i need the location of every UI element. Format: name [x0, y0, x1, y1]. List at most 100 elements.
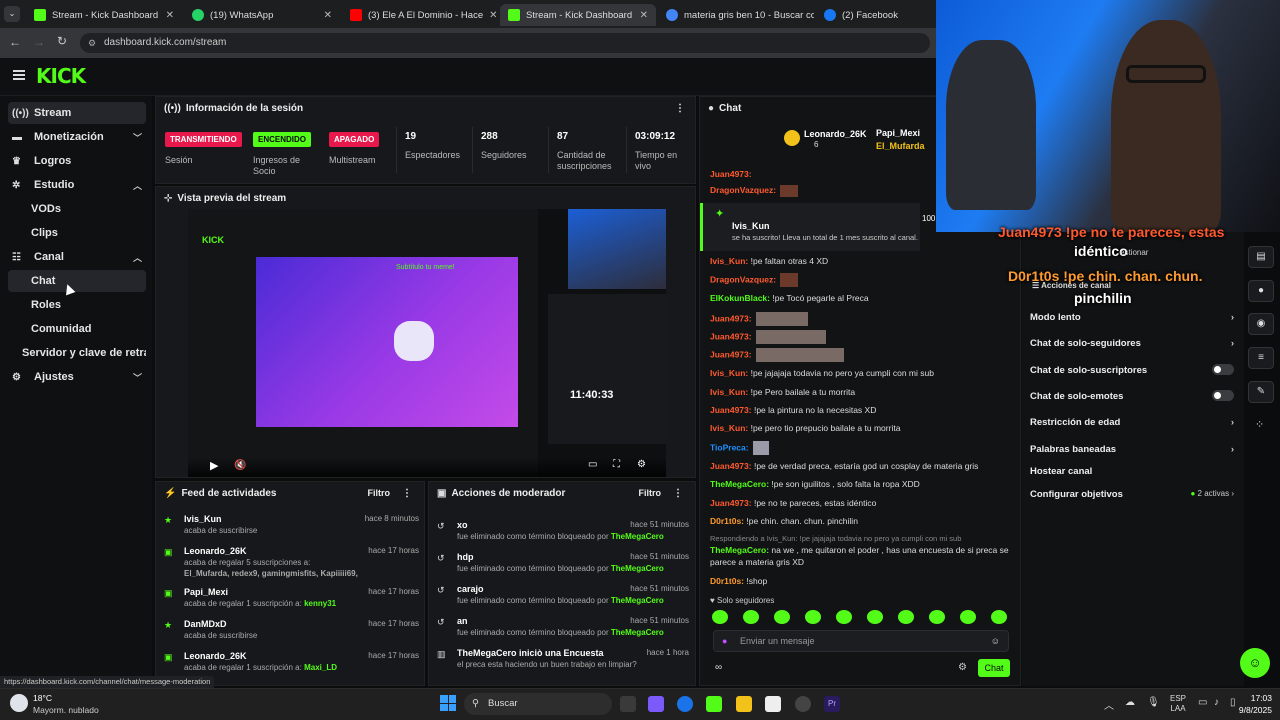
sidebar-item-canal[interactable]: ☷ Canal ︿	[8, 246, 146, 268]
chat-username[interactable]: D0r1t0s:	[710, 516, 744, 526]
chat-username[interactable]: Ivis_Kun:	[710, 368, 748, 378]
close-icon[interactable]: ✕	[318, 10, 332, 21]
rail-apps-icon[interactable]: ⁘	[1255, 418, 1264, 431]
chrome-icon[interactable]	[677, 696, 693, 712]
rail-broadcast-icon[interactable]: ◉	[1248, 313, 1274, 335]
emote-icon[interactable]	[867, 610, 883, 624]
more-options-icon[interactable]: ⋮	[402, 488, 412, 499]
chat-username[interactable]: Ivis_Kun:	[710, 387, 748, 397]
tab-list-button[interactable]: ⌄	[4, 6, 20, 22]
language-indicator[interactable]: ESP LAA	[1170, 694, 1186, 714]
menu-slow-mode[interactable]: Modo lento ›	[1030, 312, 1234, 323]
emote-icon[interactable]	[805, 610, 821, 624]
mod-user[interactable]: TheMegaCero	[611, 628, 664, 637]
rail-wrench-icon[interactable]: ✎	[1248, 381, 1274, 403]
sidebar-item-ajustes[interactable]: ⚙ Ajustes ﹀	[8, 366, 146, 388]
stream-video[interactable]: KICK Subtítulo tu meme! 11:40:33 ▶ 🔇 ▭ ⛶…	[188, 209, 666, 477]
volume-icon[interactable]: ♪	[1214, 697, 1219, 708]
subs-only-toggle[interactable]	[1212, 364, 1234, 375]
sidebar-item-clips[interactable]: Clips	[8, 222, 146, 244]
reload-icon[interactable]: ↻	[57, 34, 67, 48]
cloud-icon[interactable]: ☁	[1125, 697, 1135, 708]
emote-icon[interactable]	[774, 610, 790, 624]
floating-chat-button[interactable]: ☺	[1240, 648, 1270, 678]
chat-username[interactable]: Juan4973:	[710, 349, 752, 359]
top-gifter-name[interactable]: El_Mufarda	[876, 141, 925, 151]
fullscreen-icon[interactable]: ⛶	[613, 459, 620, 470]
chat-username[interactable]: Juan4973:	[710, 498, 752, 508]
chevron-up-icon[interactable]: ︿	[1104, 697, 1114, 712]
chat-username[interactable]: DragonVazquez:	[710, 274, 776, 284]
tab-kick-dashboard-1[interactable]: Stream - Kick Dashboard ✕	[26, 4, 182, 26]
emote-icon[interactable]	[898, 610, 914, 624]
emotes-only-toggle[interactable]	[1212, 390, 1234, 401]
sidebar-item-roles[interactable]: Roles	[8, 294, 146, 316]
sidebar-item-monetizacion[interactable]: ▬ Monetización ﹀	[8, 126, 146, 148]
store-icon[interactable]	[765, 696, 781, 712]
tab-whatsapp[interactable]: (19) WhatsApp ✕	[184, 4, 340, 26]
chat-username[interactable]: D0r1t0s:	[710, 576, 744, 586]
sidebar-item-comunidad[interactable]: Comunidad	[8, 318, 146, 340]
more-options-icon[interactable]: ⋮	[675, 103, 685, 114]
emote-icon[interactable]	[836, 610, 852, 624]
rail-chat-icon[interactable]: ●	[1248, 280, 1274, 302]
copilot-icon[interactable]	[648, 696, 664, 712]
chat-username[interactable]: DragonVazquez:	[710, 185, 776, 195]
sidebar-item-vods[interactable]: VODs	[8, 198, 146, 220]
close-icon[interactable]: ✕	[160, 10, 174, 21]
mod-user[interactable]: TheMegaCero	[611, 596, 664, 605]
weather-icon[interactable]	[10, 694, 28, 712]
obs-icon[interactable]	[795, 696, 811, 712]
sidebar-item-stream[interactable]: ((•)) Stream	[8, 102, 146, 124]
chat-input[interactable]: ● Enviar un mensaje ☺	[713, 630, 1009, 652]
mod-user[interactable]: TheMegaCero	[611, 532, 664, 541]
mic-icon[interactable]: 🎙	[1147, 697, 1160, 708]
gear-icon[interactable]: ⚙	[637, 459, 646, 470]
filter-button[interactable]: Filtro	[639, 488, 662, 498]
tab-google-search[interactable]: materia gris ben 10 - Buscar co✕	[658, 4, 814, 26]
menu-banned-words[interactable]: Palabras baneadas ›	[1030, 444, 1234, 455]
theater-icon[interactable]: ▭	[588, 459, 597, 470]
forward-icon[interactable]: →	[33, 35, 45, 49]
gear-icon[interactable]: ⚙	[958, 662, 967, 673]
premiere-icon[interactable]: Pr	[824, 696, 840, 712]
chat-username[interactable]: Juan4973:	[710, 169, 752, 179]
back-icon[interactable]: ←	[9, 35, 21, 49]
more-options-icon[interactable]: ⋮	[673, 488, 683, 499]
chat-username[interactable]: TheMegaCero:	[710, 479, 769, 489]
chat-username[interactable]: Ivis_Kun:	[710, 256, 748, 266]
site-info-icon[interactable]: ⚙	[88, 33, 96, 53]
top-gifter-name[interactable]: Papi_Mexi	[876, 128, 920, 138]
top-gifter-name[interactable]: Leonardo_26K	[804, 129, 867, 139]
sidebar-item-estudio[interactable]: ✲ Estudio ︿	[8, 174, 146, 196]
emote-icon[interactable]	[960, 610, 976, 624]
menu-host-channel[interactable]: Hostear canal	[1030, 466, 1234, 477]
emote-icon[interactable]	[929, 610, 945, 624]
sidebar-item-chat[interactable]: Chat	[8, 270, 146, 292]
chat-username[interactable]: TheMegaCero:	[710, 545, 769, 555]
task-view-icon[interactable]	[620, 696, 636, 712]
chat-username[interactable]: Juan4973:	[710, 461, 752, 471]
url-field[interactable]: ⚙ dashboard.kick.com/stream	[80, 33, 930, 53]
sidebar-item-servidor[interactable]: Servidor y clave de retrans	[8, 342, 146, 364]
taskbar-search[interactable]: ⚲ Buscar	[464, 693, 612, 715]
chat-username[interactable]: Juan4973:	[710, 313, 752, 323]
send-chat-button[interactable]: Chat	[978, 659, 1010, 677]
menu-followers-only[interactable]: Chat de solo-seguidores ›	[1030, 338, 1234, 349]
play-icon[interactable]: ▶	[210, 459, 218, 472]
mute-icon[interactable]: 🔇	[234, 460, 246, 471]
close-icon[interactable]: ✕	[634, 10, 648, 21]
hamburger-menu-icon[interactable]	[13, 70, 25, 80]
infinity-icon[interactable]: ∞	[715, 662, 722, 673]
tab-facebook[interactable]: (2) Facebook	[816, 4, 936, 26]
emoji-icon[interactable]: ☺	[991, 631, 1000, 651]
tab-kick-dashboard-2[interactable]: Stream - Kick Dashboard ✕	[500, 4, 656, 26]
sub-user[interactable]: Ivis_Kun	[732, 221, 770, 231]
sidebar-item-logros[interactable]: ♛ Logros	[8, 150, 146, 172]
emote-icon[interactable]	[743, 610, 759, 624]
menu-goals[interactable]: Configurar objetivos ● 2 activas ›	[1030, 489, 1234, 500]
windows-start-icon[interactable]	[440, 695, 456, 711]
chat-username[interactable]: ElKokunBlack:	[710, 293, 770, 303]
chat-username[interactable]: Juan4973:	[710, 405, 752, 415]
network-icon[interactable]: ▭	[1198, 697, 1207, 708]
